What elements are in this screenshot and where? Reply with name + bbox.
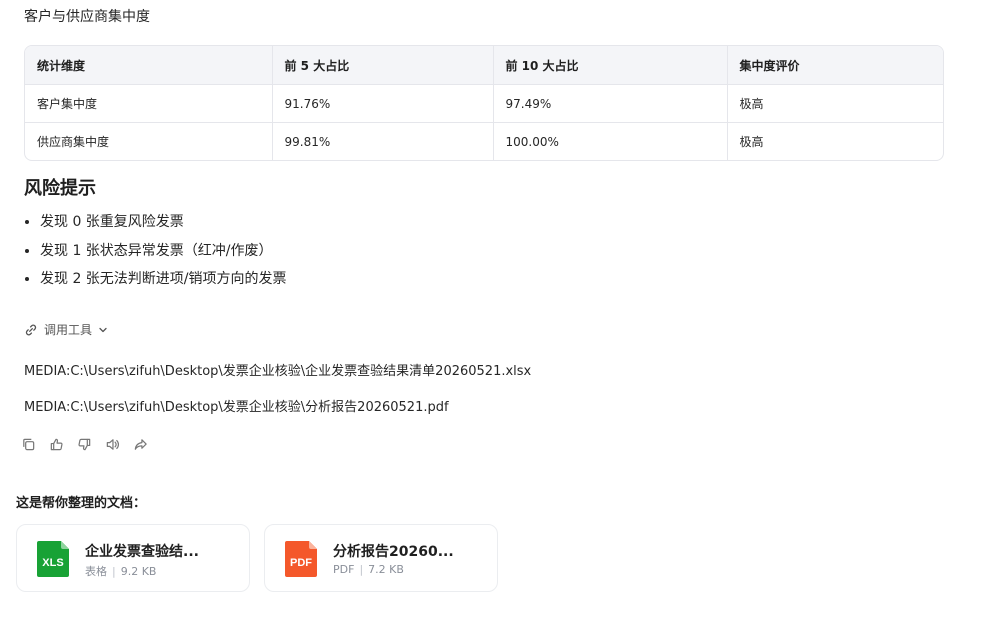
message-actions <box>20 436 148 452</box>
tool-call-toggle[interactable]: 调用工具 <box>24 321 108 338</box>
speaker-icon[interactable] <box>104 436 120 452</box>
media-path-xlsx: MEDIA:C:\Users\zifuh\Desktop\发票企业核验\企业发票… <box>24 364 532 379</box>
table-cell: 供应商集中度 <box>25 122 273 160</box>
tool-call-label: 调用工具 <box>44 323 93 337</box>
list-item: 发现 2 张无法判断进项/销项方向的发票 <box>24 269 287 298</box>
list-item: 发现 0 张重复风险发票 <box>24 212 287 241</box>
section-intro: 客户与供应商集中度 <box>24 9 150 25</box>
list-item: 发现 1 张状态异常发票（红冲/作废） <box>24 241 287 270</box>
xls-file-icon: XLS <box>37 541 69 577</box>
table-cell: 客户集中度 <box>25 84 273 123</box>
pdf-file-icon: PDF <box>285 541 317 577</box>
table-header: 集中度评价 <box>727 46 943 85</box>
table-cell: 极高 <box>739 135 764 149</box>
risk-heading: 风险提示 <box>24 178 96 199</box>
table-header: 前 10 大占比 <box>493 46 728 85</box>
table-header: 前 5 大占比 <box>272 46 494 85</box>
copy-icon[interactable] <box>20 436 36 452</box>
file-name: 企业发票查验结... <box>85 544 199 560</box>
table-row: 供应商集中度 99.81% 100.00% 极高 <box>25 122 943 160</box>
table-header-row: 统计维度 前 5 大占比 前 10 大占比 集中度评价 <box>25 46 943 85</box>
file-type: PDF <box>333 563 355 576</box>
table-cell: 97.49% <box>493 84 728 123</box>
risk-list: 发现 0 张重复风险发票 发现 1 张状态异常发票（红冲/作废） 发现 2 张无… <box>24 212 287 298</box>
file-card-pdf[interactable]: PDF 分析报告20260... PDF | 7.2 KB <box>264 524 498 592</box>
file-size: 9.2 KB <box>120 565 157 578</box>
file-type: 表格 <box>85 565 107 578</box>
thumbs-up-icon[interactable] <box>48 436 64 452</box>
file-meta: PDF | 7.2 KB <box>333 563 404 576</box>
table-cell: 100.00% <box>493 122 728 160</box>
thumbs-down-icon[interactable] <box>76 436 92 452</box>
file-size: 7.2 KB <box>368 563 404 576</box>
file-card-xlsx[interactable]: XLS 企业发票查验结... 表格 | 9.2 KB <box>16 524 250 592</box>
file-meta: 表格 | 9.2 KB <box>85 565 157 578</box>
table-cell: 99.81% <box>272 122 494 160</box>
concentration-table: 统计维度 前 5 大占比 前 10 大占比 集中度评价 客户集中度 91.76%… <box>24 45 944 161</box>
xls-badge: XLS <box>42 557 63 569</box>
share-icon[interactable] <box>132 436 148 452</box>
table-cell: 91.76% <box>272 84 494 123</box>
table-header: 统计维度 <box>25 46 273 85</box>
chevron-down-icon <box>98 325 108 335</box>
media-path-pdf: MEDIA:C:\Users\zifuh\Desktop\发票企业核验\分析报告… <box>24 400 449 415</box>
file-name: 分析报告20260... <box>333 544 454 560</box>
link-icon <box>24 323 38 337</box>
table-row: 客户集中度 91.76% 97.49% 极高 <box>25 84 943 123</box>
pdf-badge: PDF <box>290 557 312 569</box>
table-cell: 极高 <box>727 84 943 123</box>
docs-heading: 这是帮你整理的文档： <box>16 496 147 511</box>
